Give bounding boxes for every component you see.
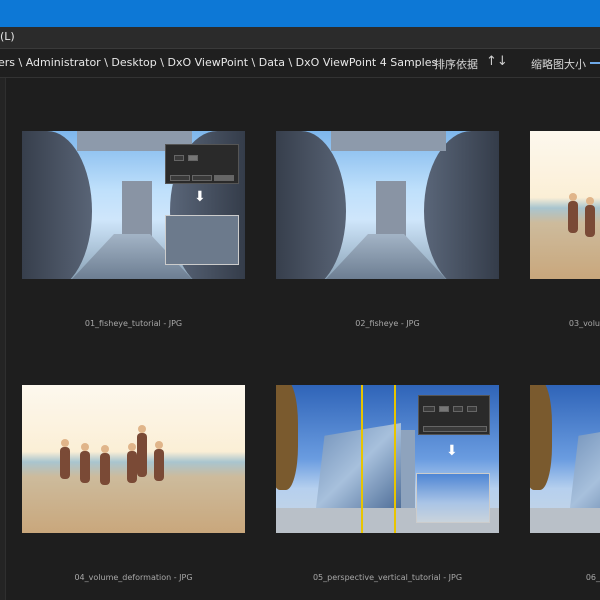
thumbnail-size-slider[interactable] <box>590 62 600 64</box>
address-bar: ers \ Administrator \ Desktop \ DxO View… <box>0 49 600 78</box>
thumbnail-image <box>530 385 600 533</box>
thumbnail-image: ⬇ <box>276 385 499 533</box>
file-name: 06_ <box>585 573 600 582</box>
window-titlebar <box>0 0 600 27</box>
arrow-down-icon: ⬇ <box>446 443 458 459</box>
thumbnail-image <box>22 385 245 533</box>
preview-inset <box>416 473 490 523</box>
file-name: 03_volu <box>568 319 600 328</box>
menu-item-layout[interactable]: (L) <box>0 30 15 43</box>
guide-line <box>361 385 363 533</box>
sort-by-button[interactable]: 排序依据 <box>434 56 478 72</box>
tutorial-dialog-overlay <box>418 395 490 435</box>
menu-bar: (L) <box>0 27 600 49</box>
thumbnail-image <box>530 131 600 279</box>
guide-line <box>394 385 396 533</box>
file-name: 01_fisheye_tutorial - JPG <box>84 319 183 328</box>
arrow-down-icon: ⬇ <box>194 189 206 205</box>
file-name: 05_perspective_vertical_tutorial - JPG <box>312 573 463 582</box>
thumbnail-image <box>276 131 499 279</box>
thumbnail-size-label: 缩略图大小 <box>531 58 586 71</box>
breadcrumb[interactable]: ers \ Administrator \ Desktop \ DxO View… <box>0 56 437 69</box>
sort-direction-icon[interactable]: ↑↓ <box>486 54 508 69</box>
tutorial-dialog-overlay <box>165 144 239 184</box>
preview-inset <box>165 215 239 265</box>
file-name: 02_fisheye - JPG <box>355 319 420 328</box>
file-name: 04_volume_deformation - JPG <box>74 573 193 582</box>
file-grid: ⬇ 01_fisheye_tutorial - JPG 02_fisheye -… <box>6 78 600 600</box>
thumbnail-image: ⬇ <box>22 131 245 279</box>
